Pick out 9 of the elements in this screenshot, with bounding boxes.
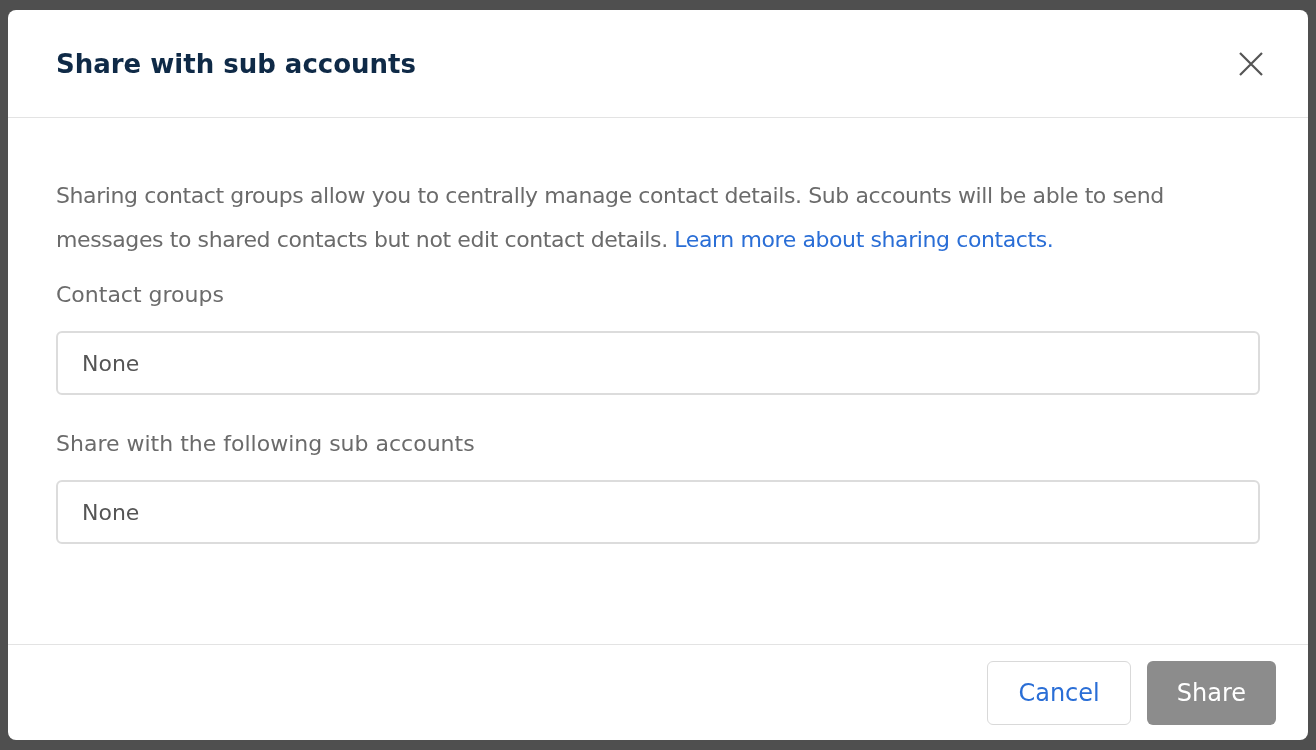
field-label: Share with the following sub accounts: [56, 431, 476, 456]
select-field[interactable]: None: [56, 480, 1260, 544]
learn-more-link[interactable]: Learn more about sharing contacts.: [674, 227, 1054, 252]
close-icon: [1238, 50, 1264, 77]
description-text: Sharing contact groups allow you to centrally manage contact details. Sub accounts will be able to send messages to shared contacts but not edit contact details. Learn more about sharing contacts.: [56, 182, 1165, 254]
dialog-title: Share with sub accounts: [56, 48, 416, 79]
field-label: Contact groups: [56, 282, 225, 307]
cancel-button[interactable]: Cancel: [987, 660, 1131, 725]
select-field[interactable]: None: [56, 331, 1260, 395]
